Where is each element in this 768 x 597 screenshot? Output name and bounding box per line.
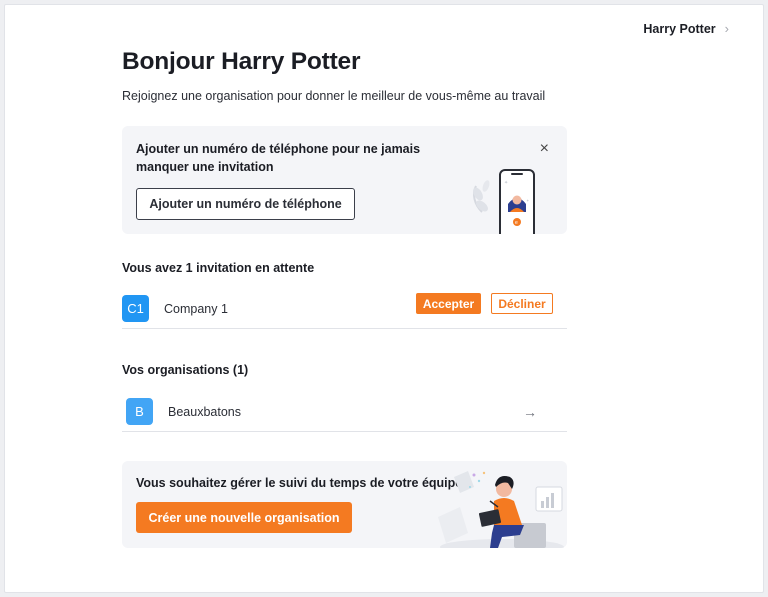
page-subtitle: Rejoignez une organisation pour donner l… xyxy=(122,89,546,103)
phone-illustration: ✦ ✦ e xyxy=(473,169,535,234)
chevron-right-icon: › xyxy=(724,21,729,36)
create-organisation-card: Vous souhaitez gérer le suivi du temps d… xyxy=(122,461,567,548)
organisation-name: Beauxbatons xyxy=(168,404,241,419)
avatar: B xyxy=(126,398,153,425)
decline-button[interactable]: Décliner xyxy=(491,293,553,314)
organisations-title: Vos organisations (1) xyxy=(122,363,249,377)
add-phone-card: Ajouter un numéro de téléphone pour ne j… xyxy=(122,126,567,234)
add-phone-message: Ajouter un numéro de téléphone pour ne j… xyxy=(136,142,421,174)
invitation-row: C1 Company 1 Accepter Décliner xyxy=(122,289,567,329)
create-organisation-button[interactable]: Créer une nouvelle organisation xyxy=(136,502,352,533)
page-title: Bonjour Harry Potter xyxy=(122,48,361,75)
accept-button[interactable]: Accepter xyxy=(416,293,481,314)
organisation-row[interactable]: B Beauxbatons → xyxy=(122,392,567,432)
avatar: C1 xyxy=(122,295,149,322)
invitation-company-name: Company 1 xyxy=(164,301,228,316)
add-phone-button[interactable]: Ajouter un numéro de téléphone xyxy=(136,188,355,220)
team-illustration xyxy=(438,471,564,548)
user-menu[interactable]: Harry Potter › xyxy=(643,21,729,36)
user-name: Harry Potter xyxy=(643,21,716,36)
team-tracking-message: Vous souhaitez gérer le suivi du temps d… xyxy=(136,476,470,490)
svg-text:e: e xyxy=(515,220,518,226)
close-icon[interactable]: × xyxy=(540,141,549,157)
app-window: Harry Potter › Bonjour Harry Potter Rejo… xyxy=(4,4,764,593)
arrow-right-icon[interactable]: → xyxy=(523,404,537,420)
svg-text:✦: ✦ xyxy=(504,180,508,186)
invitations-title: Vous avez 1 invitation en attente xyxy=(122,261,315,275)
